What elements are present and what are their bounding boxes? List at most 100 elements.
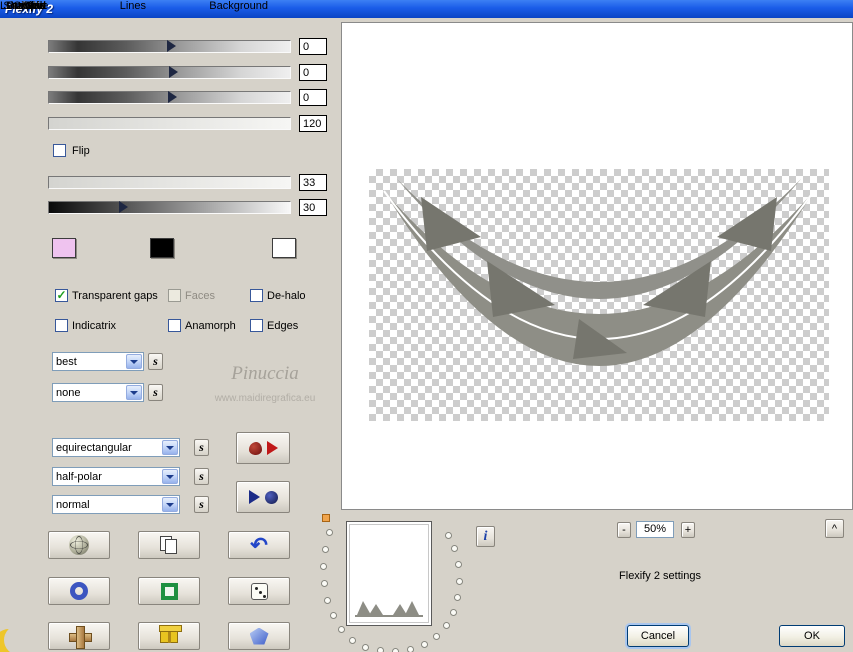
info-button[interactable]: i: [476, 526, 495, 547]
red-play-icon: [266, 441, 278, 455]
memory-dot[interactable]: [349, 637, 356, 644]
cross-icon: [68, 625, 92, 649]
zoom-in-button[interactable]: +: [681, 522, 695, 538]
grid-dropdown[interactable]: none: [52, 383, 144, 402]
chevron-down-icon[interactable]: [126, 385, 142, 400]
preview-dropdown[interactable]: best: [52, 352, 144, 371]
grid-s-button[interactable]: s: [148, 384, 163, 401]
preview-s-button[interactable]: s: [148, 353, 163, 370]
thumbnail-shape: [355, 601, 423, 617]
sharpen-value[interactable]: 30: [299, 199, 327, 216]
memory-dot[interactable]: [321, 580, 328, 587]
memory-dot[interactable]: [407, 646, 414, 652]
de-halo-checkbox[interactable]: [250, 289, 263, 302]
zoom-level[interactable]: 50%: [636, 521, 674, 538]
globe-button[interactable]: [48, 531, 110, 559]
memory-dot[interactable]: [362, 644, 369, 651]
latitude-value[interactable]: 0: [299, 38, 327, 55]
lines-color-swatch[interactable]: [150, 238, 174, 258]
undo-button[interactable]: ↶: [228, 531, 290, 559]
preview-shape: [383, 179, 815, 366]
memory-dot[interactable]: [443, 622, 450, 629]
thumbnail-preview[interactable]: [346, 521, 432, 626]
memory-dot[interactable]: [445, 532, 452, 539]
memory-dot[interactable]: [330, 612, 337, 619]
longitude-slider-handle[interactable]: [169, 66, 178, 78]
blue-play-icon: [248, 490, 260, 504]
memory-dot[interactable]: [322, 546, 329, 553]
memory-dot[interactable]: [338, 626, 345, 633]
collapse-button[interactable]: ^: [825, 519, 844, 538]
latitude-slider-handle[interactable]: [167, 40, 176, 52]
watermark-url: www.maidiregrafica.eu: [214, 393, 316, 404]
memory-dot[interactable]: [421, 641, 428, 648]
moon-icon: [0, 625, 34, 652]
memory-dot[interactable]: [454, 594, 461, 601]
output-dropdown[interactable]: half-polar: [52, 467, 180, 486]
tabs-slider: [48, 176, 291, 189]
gift-icon: [159, 624, 182, 643]
gem-button[interactable]: [228, 622, 290, 650]
ring-button[interactable]: [48, 577, 110, 605]
sharpen-slider-handle[interactable]: [119, 201, 128, 213]
fov-value[interactable]: 120: [299, 115, 327, 132]
output-s-button[interactable]: s: [194, 468, 209, 485]
background-swatch-label: Background: [209, 0, 268, 12]
ok-button[interactable]: OK: [779, 625, 845, 647]
sharpen-slider[interactable]: [48, 201, 291, 214]
memory-dot[interactable]: [377, 647, 384, 652]
selected-memory-dot[interactable]: [322, 514, 330, 522]
glue-s-button[interactable]: s: [194, 496, 209, 513]
memory-dot[interactable]: [451, 545, 458, 552]
frame-button[interactable]: [138, 577, 200, 605]
memory-dot[interactable]: [455, 561, 462, 568]
indicatrix-checkbox[interactable]: [55, 319, 68, 332]
tab-color-swatch[interactable]: [52, 238, 76, 258]
chevron-down-icon[interactable]: [162, 440, 178, 455]
longitude-value[interactable]: 0: [299, 64, 327, 81]
lines-swatch-label: Lines: [119, 0, 146, 12]
memory-dot[interactable]: [456, 578, 463, 585]
longitude-slider[interactable]: [48, 66, 291, 79]
cross-button[interactable]: [48, 622, 110, 650]
dice-icon: [250, 582, 268, 600]
background-color-swatch[interactable]: [272, 238, 296, 258]
glue-dropdown[interactable]: normal: [52, 495, 180, 514]
memory-dot[interactable]: [450, 609, 457, 616]
spin-value[interactable]: 0: [299, 89, 327, 106]
chevron-down-icon[interactable]: [162, 497, 178, 512]
memory-dot[interactable]: [320, 563, 327, 570]
settings-caption: Flexify 2 settings: [619, 570, 701, 582]
chevron-down-icon[interactable]: [162, 469, 178, 484]
input-s-button[interactable]: s: [194, 439, 209, 456]
edges-checkbox[interactable]: [250, 319, 263, 332]
glue-dropdown-value: normal: [56, 499, 90, 511]
spin-slider[interactable]: [48, 91, 291, 104]
anamorph-checkbox[interactable]: [168, 319, 181, 332]
auto-preview-button[interactable]: [236, 481, 290, 513]
input-dropdown[interactable]: equirectangular: [52, 438, 180, 457]
blue-blob-icon: [264, 490, 278, 504]
memory-dot[interactable]: [392, 648, 399, 652]
chevron-down-icon[interactable]: [126, 354, 142, 369]
memory-dot[interactable]: [433, 633, 440, 640]
random-button[interactable]: [228, 577, 290, 605]
faces-label: Faces: [185, 290, 215, 302]
render-preview-button[interactable]: [236, 432, 290, 464]
transparent-gaps-checkbox[interactable]: ✓: [55, 289, 68, 302]
spin-slider-handle[interactable]: [168, 91, 177, 103]
cancel-button[interactable]: Cancel: [627, 625, 689, 647]
globe-icon: [69, 535, 89, 555]
latitude-slider[interactable]: [48, 40, 291, 53]
zoom-out-button[interactable]: -: [617, 522, 631, 538]
gift-button[interactable]: [138, 622, 200, 650]
red-blob-icon: [248, 441, 262, 455]
flip-checkbox[interactable]: [53, 144, 66, 157]
glue-dropdown-label: Glue: [22, 0, 46, 12]
check-icon: ✓: [56, 288, 67, 302]
duplicate-button[interactable]: [138, 531, 200, 559]
flexify-dialog: Flexify 2 Latitude 0 Longitude 0 Spin 0 …: [0, 0, 853, 652]
memory-dot[interactable]: [326, 529, 333, 536]
memory-dot[interactable]: [324, 597, 331, 604]
tabs-value[interactable]: 33: [299, 174, 327, 191]
